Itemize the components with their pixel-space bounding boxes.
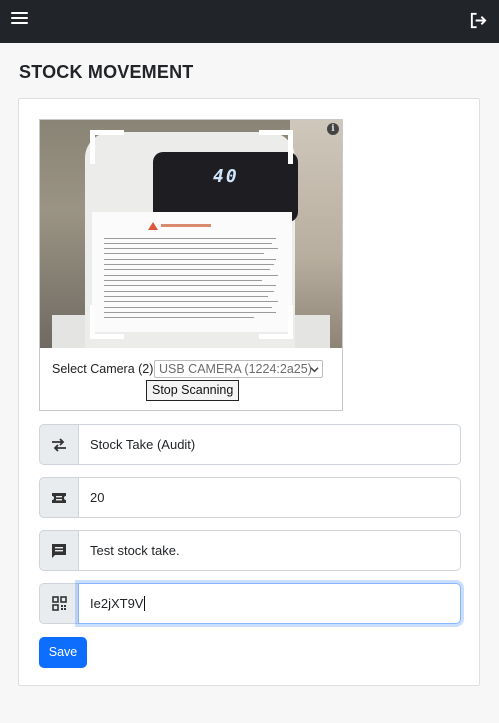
quantity-input[interactable]: 20 xyxy=(78,477,461,518)
hamburger-menu-icon[interactable] xyxy=(11,12,28,26)
scan-frame-corner xyxy=(90,130,124,164)
camera-select-value: USB CAMERA (1224:2a25) xyxy=(159,362,312,376)
code-row: Ie2jXT9V xyxy=(39,583,461,624)
ticket-icon xyxy=(39,477,79,518)
save-button[interactable]: Save xyxy=(39,637,87,668)
top-navbar xyxy=(0,0,499,43)
movement-type-select[interactable]: Stock Take (Audit) xyxy=(78,424,461,465)
quantity-row: 20 xyxy=(39,477,461,518)
logout-icon[interactable] xyxy=(469,11,488,30)
qr-scanner: 40 i Select Camera (2) USB CAMERA (1224:… xyxy=(39,119,343,411)
warning-icon xyxy=(148,222,158,230)
qr-code-icon xyxy=(39,583,79,624)
code-input[interactable]: Ie2jXT9V xyxy=(78,583,461,624)
chevron-down-icon xyxy=(310,367,319,373)
camera-preview: 40 i xyxy=(40,120,342,348)
scan-frame-corner xyxy=(259,305,293,339)
note-input[interactable]: Test stock take. xyxy=(78,530,461,571)
comment-icon xyxy=(39,530,79,571)
text-cursor xyxy=(144,596,146,611)
stock-movement-card: 40 i Select Camera (2) USB CAMERA (1224:… xyxy=(18,98,480,686)
transfer-arrows-icon xyxy=(39,424,79,465)
movement-type-row: Stock Take (Audit) xyxy=(39,424,461,465)
code-input-value: Ie2jXT9V xyxy=(90,596,144,611)
note-row: Test stock take. xyxy=(39,530,461,571)
info-icon[interactable]: i xyxy=(327,123,339,135)
stop-scanning-button[interactable]: Stop Scanning xyxy=(146,380,240,401)
camera-select-label: Select Camera (2) xyxy=(52,362,154,376)
display-reading: 40 xyxy=(213,166,239,187)
scan-frame-corner xyxy=(259,130,293,164)
warning-heading xyxy=(148,222,218,230)
camera-select[interactable]: USB CAMERA (1224:2a25) xyxy=(154,360,323,378)
page-title: STOCK MOVEMENT xyxy=(19,62,194,82)
scan-frame-corner xyxy=(90,305,124,339)
